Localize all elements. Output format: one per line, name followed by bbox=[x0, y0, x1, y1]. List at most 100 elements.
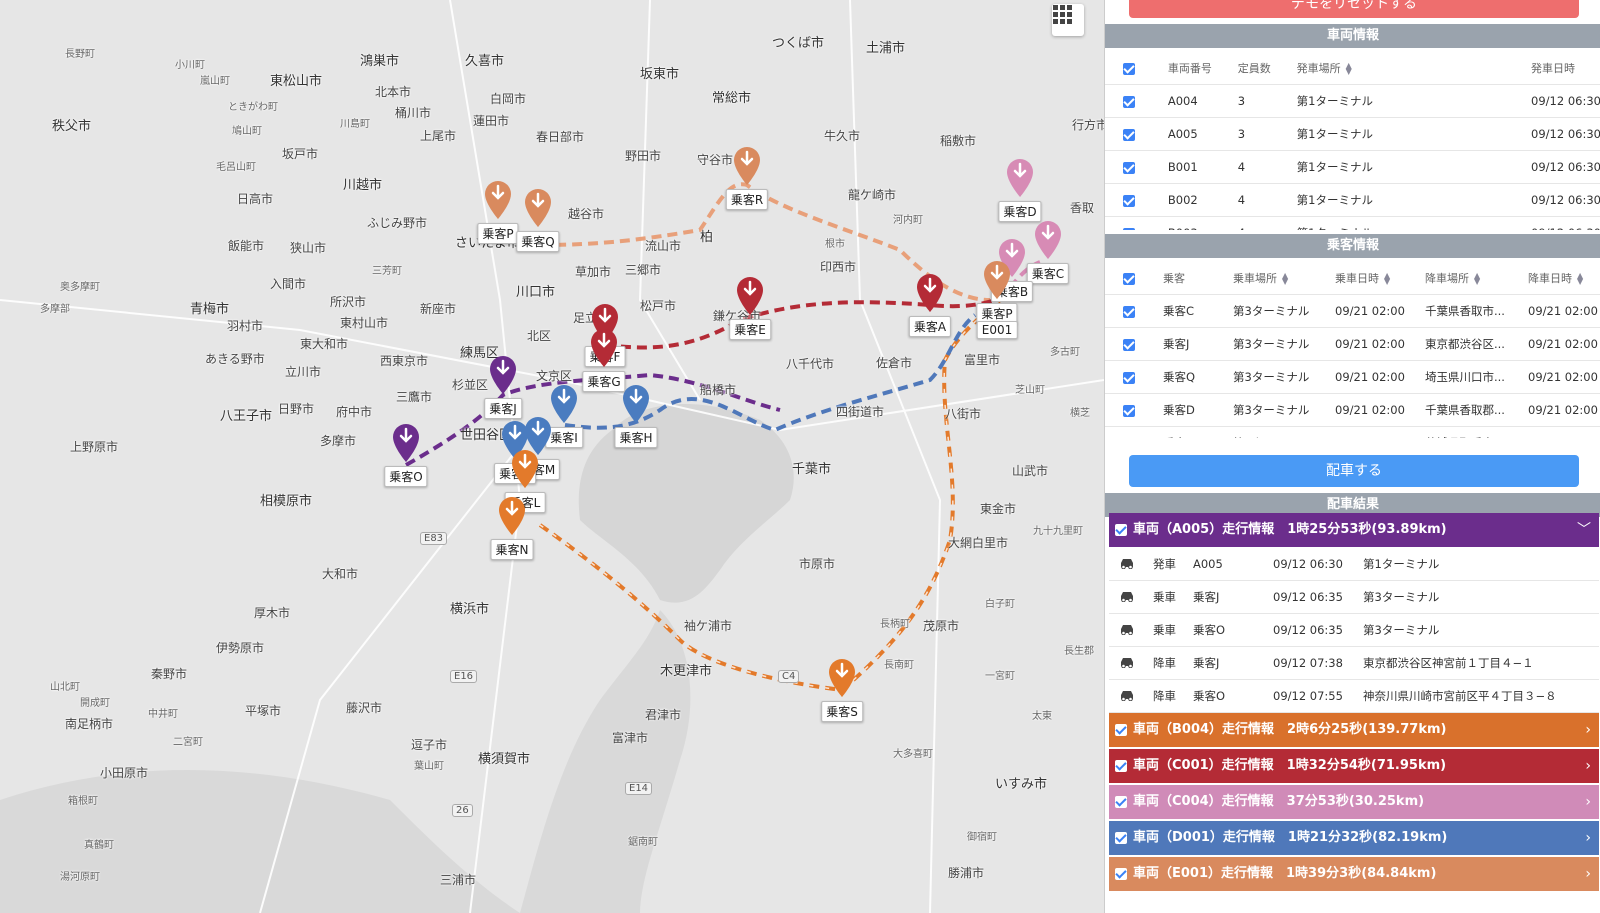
chevron-right-icon[interactable]: › bbox=[1585, 785, 1591, 819]
vehicle-table-scroll[interactable]: 車両番号 定員数 発車場所 ▲ ▼ 発車日時 A004 3 第1ターミナル 09/12 0… bbox=[1105, 52, 1600, 230]
step-time: 09/12 06:30 bbox=[1273, 548, 1363, 581]
place-label: 平塚市 bbox=[245, 704, 282, 718]
row-checkbox[interactable] bbox=[1105, 360, 1163, 394]
passenger-row[interactable]: 乗客Q 第3ターミナル 09/21 02:00 埼玉県川口市... 09/21 02:0… bbox=[1105, 360, 1600, 394]
passenger-name: 乗客C bbox=[1163, 294, 1233, 328]
checkbox-icon[interactable] bbox=[1115, 523, 1127, 536]
col-dropoff-place[interactable]: 降車場所 ▲ ▼ bbox=[1425, 262, 1528, 295]
select-all-passengers[interactable] bbox=[1105, 262, 1163, 295]
row-checkbox[interactable] bbox=[1105, 150, 1168, 184]
vehicle-row[interactable]: A004 3 第1ターミナル 09/12 06:30 bbox=[1105, 84, 1600, 118]
checkbox-icon bbox=[1123, 305, 1135, 318]
step-who: A005 bbox=[1193, 548, 1273, 581]
row-checkbox[interactable] bbox=[1105, 426, 1163, 438]
step-time: 09/12 06:35 bbox=[1273, 580, 1363, 614]
step-who: 乗客J bbox=[1193, 580, 1273, 614]
map-view[interactable]: 長野町 小川町 嵐山町 鴻巣市 久喜市 つくば市 土浦市 坂東市 東松山市 北本市 白岡市 常総市 とき… bbox=[0, 0, 1104, 913]
pickup-time: 09/21 02:00 bbox=[1335, 426, 1425, 438]
place-label: 川越市 bbox=[343, 178, 383, 193]
passenger-row[interactable]: 乗客D 第3ターミナル 09/21 02:00 千葉県香取郡... 09/21 02:0… bbox=[1105, 393, 1600, 427]
place-label: ときがわ町 bbox=[228, 102, 278, 113]
step-time: 09/12 07:55 bbox=[1273, 679, 1363, 713]
result-header[interactable]: 車両（C001）走行情報 1時32分54秒(71.95km) › bbox=[1109, 749, 1599, 783]
row-checkbox[interactable] bbox=[1105, 183, 1168, 217]
checkbox-icon[interactable] bbox=[1115, 831, 1127, 844]
map-pin-icon bbox=[551, 385, 577, 423]
vehicle-row[interactable]: B002 4 第1ターミナル 09/12 06:30 bbox=[1105, 183, 1600, 217]
map-pin-icon bbox=[512, 450, 538, 488]
map-pin-icon bbox=[393, 424, 419, 462]
place-label: 三鷹市 bbox=[396, 390, 433, 404]
map-pin-icon bbox=[829, 659, 855, 697]
place-label: 東大和市 bbox=[300, 337, 349, 351]
col-pickup-time[interactable]: 乗車日時 ▲ ▼ bbox=[1335, 262, 1425, 295]
dispatch-button[interactable]: 配車する bbox=[1129, 455, 1579, 487]
row-checkbox[interactable] bbox=[1105, 84, 1168, 118]
row-checkbox[interactable] bbox=[1105, 216, 1168, 230]
step-place: 神奈川県川崎市宮前区平４丁目３−８ bbox=[1363, 679, 1599, 713]
col-dropoff-time[interactable]: 降車日時 ▲ ▼ bbox=[1528, 262, 1600, 295]
chevron-right-icon[interactable]: › bbox=[1585, 749, 1591, 783]
sea-tokyo-bay bbox=[578, 403, 794, 603]
passenger-row[interactable]: 乗客R第3ターミナル09/21 02:00茨城県取手市...09/21 02:0… bbox=[1105, 426, 1600, 438]
dropoff-time: 09/21 02:00 bbox=[1528, 426, 1600, 438]
passenger-row[interactable]: 乗客C 第3ターミナル 09/21 02:00 千葉県香取市... 09/21 02:0… bbox=[1105, 294, 1600, 328]
place-label: 東金市 bbox=[980, 502, 1017, 516]
vehicle-row[interactable]: A005 3 第1ターミナル 09/12 06:30 bbox=[1105, 117, 1600, 151]
chevron-right-icon[interactable]: › bbox=[1585, 713, 1591, 747]
vehicle-row[interactable]: B001 4 第1ターミナル 09/12 06:30 bbox=[1105, 150, 1600, 184]
col-depart-place[interactable]: 発車場所 ▲ ▼ bbox=[1296, 52, 1532, 85]
grid-menu-button[interactable] bbox=[1052, 4, 1084, 36]
result-header[interactable]: 車両（D001）走行情報 1時21分32秒(82.19km) › bbox=[1109, 821, 1599, 855]
place-label: 嵐山町 bbox=[200, 76, 230, 87]
checkbox-icon[interactable] bbox=[1115, 867, 1127, 880]
result-title: 車両（A005）走行情報 1時25分53秒(93.89km) bbox=[1133, 522, 1447, 537]
marker-label: 乗客P bbox=[477, 223, 519, 244]
vehicle-time: 09/12 06:30 bbox=[1531, 216, 1600, 230]
passenger-table-scroll[interactable]: 乗客 乗車場所 ▲ ▼ 乗車日時 ▲ ▼ 降車場所 ▲ ▼ 降車日時 ▲ ▼ 乗客C 第3ターミナ… bbox=[1105, 262, 1600, 438]
step-place: 東京都渋谷区神宮前１丁目４−１ bbox=[1363, 646, 1599, 680]
checkbox-icon bbox=[1123, 437, 1135, 438]
dropoff-time: 09/21 02:00 bbox=[1528, 294, 1600, 328]
vehicle-capacity: 3 bbox=[1237, 117, 1297, 151]
row-checkbox[interactable] bbox=[1105, 327, 1163, 361]
place-label: 香取 bbox=[1070, 201, 1095, 215]
car-icon bbox=[1109, 613, 1153, 647]
place-label: 東松山市 bbox=[270, 74, 323, 89]
result-title: 車両（E001）走行情報 1時39分3秒(84.84km) bbox=[1133, 866, 1437, 881]
result-header[interactable]: 車両（B004）走行情報 2時6分25秒(139.77km) › bbox=[1109, 713, 1599, 747]
reset-demo-button[interactable]: デモをリセットする bbox=[1129, 0, 1579, 18]
place-label: 常総市 bbox=[712, 91, 752, 106]
result-header[interactable]: 車両（E001）走行情報 1時39分3秒(84.84km) › bbox=[1109, 857, 1599, 891]
road-number: E16 bbox=[450, 670, 478, 683]
place-label: 日高市 bbox=[237, 192, 274, 206]
passenger-name: 乗客J bbox=[1163, 327, 1233, 361]
row-checkbox[interactable] bbox=[1105, 393, 1163, 427]
place-label: 土浦市 bbox=[866, 41, 906, 56]
place-label: 北本市 bbox=[375, 85, 412, 99]
chevron-down-icon[interactable]: ﹀ bbox=[1577, 513, 1591, 547]
passenger-name: 乗客R bbox=[1163, 426, 1233, 438]
select-all-vehicles[interactable] bbox=[1105, 52, 1168, 85]
chevron-right-icon[interactable]: › bbox=[1585, 821, 1591, 855]
place-label: 青梅市 bbox=[190, 302, 230, 317]
checkbox-icon[interactable] bbox=[1115, 759, 1127, 772]
place-label: つくば市 bbox=[772, 36, 825, 51]
checkbox-icon[interactable] bbox=[1115, 723, 1127, 736]
chevron-right-icon[interactable]: › bbox=[1585, 857, 1591, 891]
place-label: 横芝 bbox=[1070, 408, 1090, 419]
passenger-row[interactable]: 乗客J 第3ターミナル 09/21 02:00 東京都渋谷区... 09/21 02:0… bbox=[1105, 327, 1600, 361]
result-header[interactable]: 車両（A005）走行情報 1時25分53秒(93.89km) ﹀ bbox=[1109, 513, 1599, 547]
place-label: 山北町 bbox=[50, 682, 80, 693]
row-checkbox[interactable] bbox=[1105, 117, 1168, 151]
car-icon bbox=[1109, 679, 1153, 713]
row-checkbox[interactable] bbox=[1105, 294, 1163, 328]
checkbox-icon bbox=[1123, 194, 1135, 207]
checkbox-icon bbox=[1123, 128, 1135, 141]
col-pickup-place[interactable]: 乗車場所 ▲ ▼ bbox=[1233, 262, 1335, 295]
vehicle-row[interactable]: B0034第1ターミナル09/12 06:30 bbox=[1105, 216, 1600, 230]
checkbox-icon[interactable] bbox=[1115, 795, 1127, 808]
step-type: 降車 bbox=[1153, 646, 1193, 680]
result-header[interactable]: 車両（C004）走行情報 37分53秒(30.25km) › bbox=[1109, 785, 1599, 819]
step-time: 09/12 07:38 bbox=[1273, 646, 1363, 680]
